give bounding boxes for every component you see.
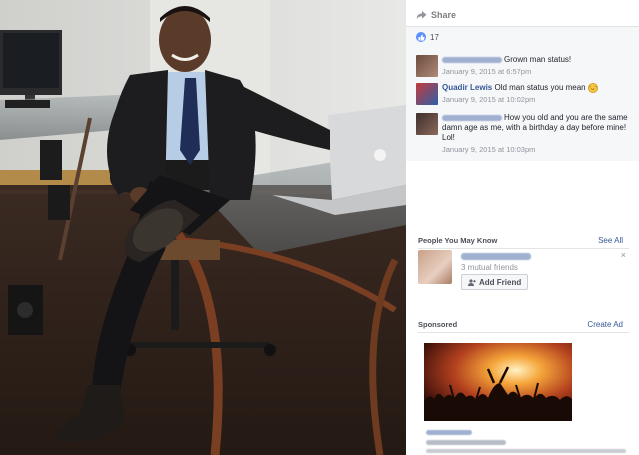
thumbs-up-icon (416, 32, 426, 42)
comments-section: 17 Grown man status! January 9, 2015 at … (406, 26, 639, 161)
add-friend-button[interactable]: Add Friend (461, 274, 529, 290)
blurred-suggested-name[interactable] (461, 253, 531, 260)
sponsored-title: Sponsored (418, 320, 458, 329)
comment-text: Old man status you mean (494, 83, 586, 93)
concert-crowd-image (424, 343, 572, 421)
mutual-friends-count[interactable]: 3 mutual friends (461, 263, 518, 272)
add-friend-icon (468, 278, 476, 286)
post-sidebar: Share 17 Grown man status! January 9, 20… (406, 0, 639, 455)
share-label: Share (431, 10, 457, 20)
comment-timestamp[interactable]: January 9, 2015 at 6:57pm (442, 67, 634, 77)
blurred-ad-text (426, 440, 506, 445)
commenter-avatar[interactable] (416, 55, 438, 77)
divider (418, 332, 629, 333)
office-photo-illustration (0, 0, 406, 455)
blurred-ad-title[interactable] (426, 430, 472, 435)
create-ad-link[interactable]: Create Ad (587, 320, 623, 329)
like-count: 17 (430, 32, 439, 42)
commenter-avatar[interactable] (416, 83, 438, 105)
commenter-name[interactable]: Quadir Lewis (442, 83, 492, 92)
laughing-emoji-icon: ᵔᴗᵔ (587, 83, 598, 93)
blurred-commenter-name[interactable] (442, 56, 502, 63)
see-all-link[interactable]: See All (598, 236, 623, 245)
suggested-person-photo[interactable] (418, 250, 452, 284)
comment-timestamp[interactable]: January 9, 2015 at 10:02pm (442, 95, 634, 105)
add-friend-label: Add Friend (479, 277, 522, 287)
blurred-commenter-name[interactable] (442, 114, 502, 121)
comment-timestamp[interactable]: January 9, 2015 at 10:03pm (442, 145, 634, 155)
sponsored-ad-image[interactable] (424, 343, 572, 421)
commenter-avatar[interactable] (416, 113, 438, 135)
blurred-ad-text (426, 449, 626, 453)
share-button[interactable]: Share (416, 8, 456, 22)
close-icon[interactable]: × (621, 250, 626, 260)
like-summary[interactable]: 17 (416, 32, 439, 42)
pymk-title: People You May Know (418, 236, 498, 245)
divider (418, 248, 629, 249)
post-photo[interactable] (0, 0, 406, 455)
comment-text: Grown man status! (504, 55, 572, 64)
share-arrow-icon (416, 11, 427, 20)
pymk-card: 3 mutual friends Add Friend × (418, 250, 628, 294)
